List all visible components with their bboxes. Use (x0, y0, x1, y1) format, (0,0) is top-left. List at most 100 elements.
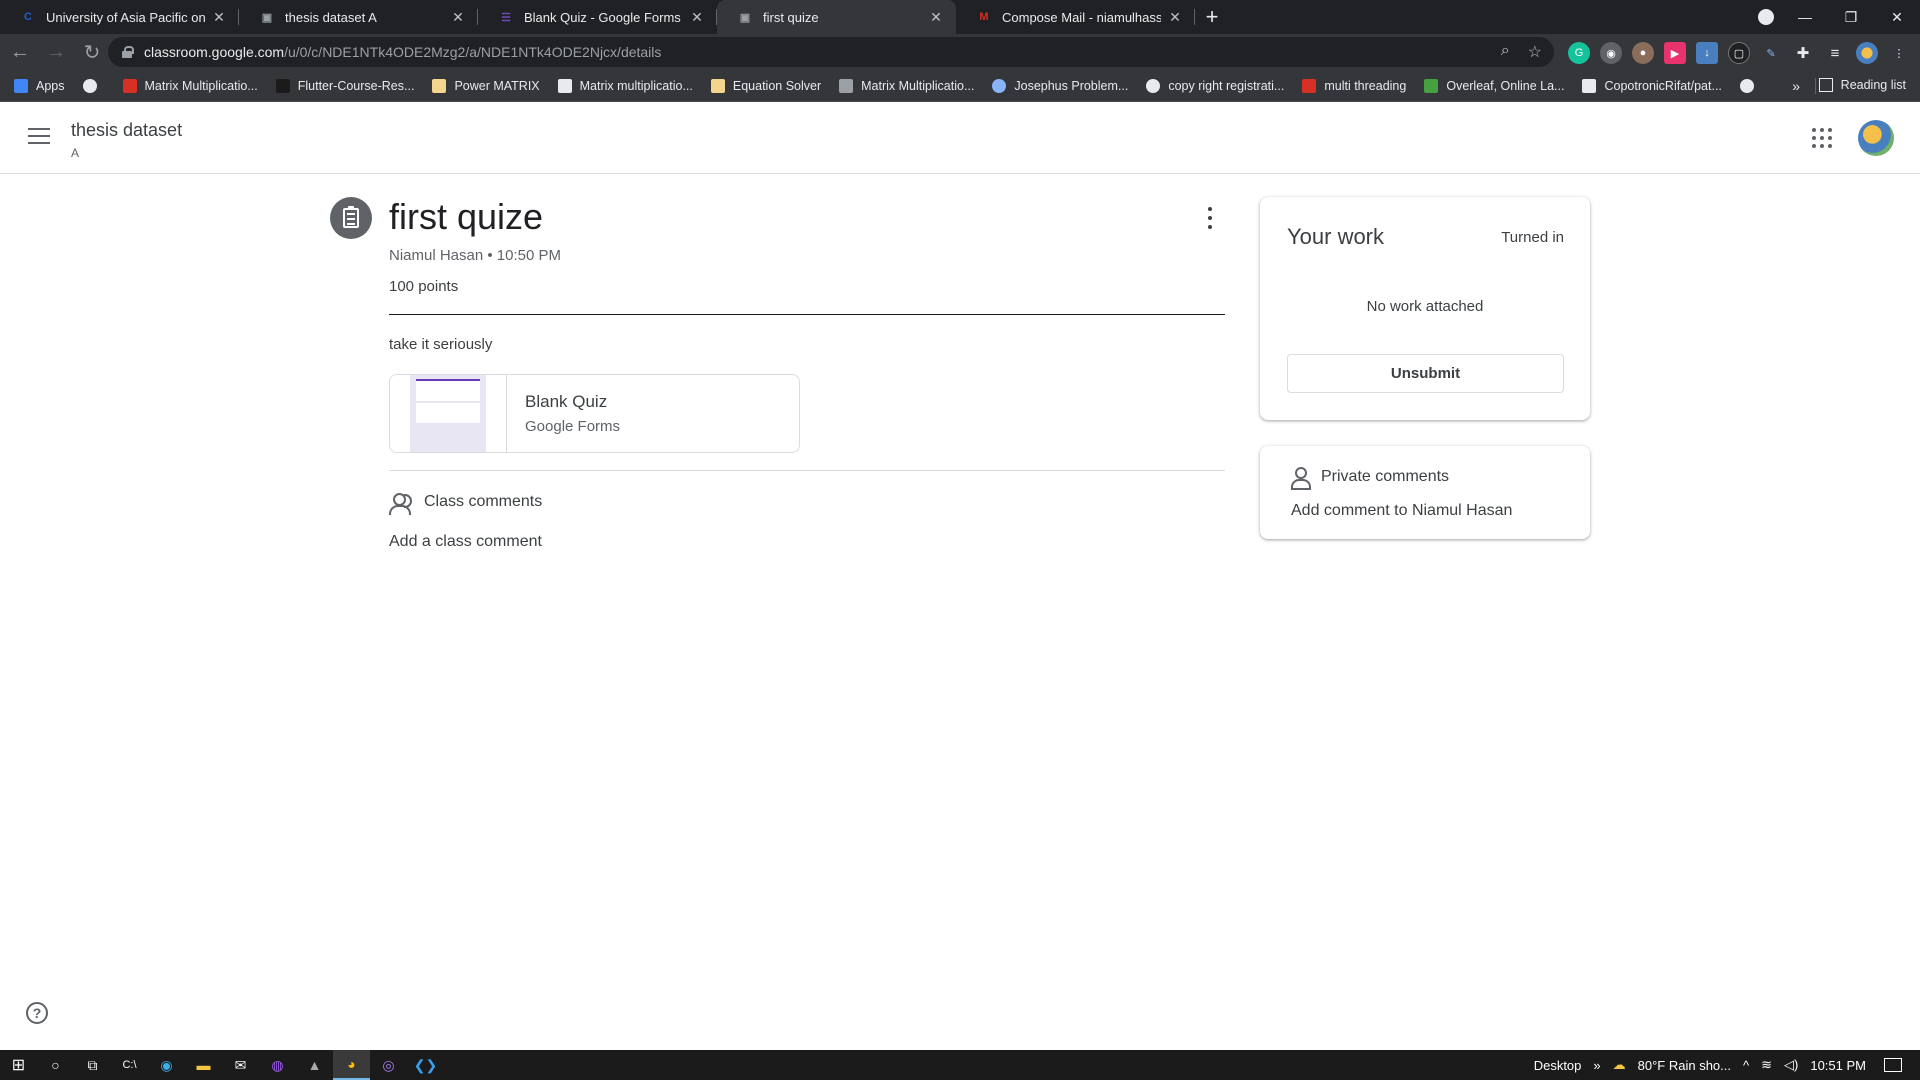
task-view-icon[interactable]: ⧉ (74, 1050, 111, 1080)
back-icon[interactable]: ← (4, 36, 36, 68)
bookmark-item[interactable] (82, 78, 105, 93)
messenger-icon[interactable]: ◍ (259, 1050, 296, 1080)
screen-extension-icon[interactable]: ▢ (1728, 42, 1750, 64)
clock[interactable]: 10:51 PM (1810, 1058, 1866, 1073)
bookmark-label: Overleaf, Online La... (1446, 78, 1565, 93)
browser-tab[interactable]: C University of Asia Pacific on Cour ✕ (0, 0, 239, 34)
profile-avatar-icon[interactable] (1856, 42, 1878, 64)
address-bar[interactable]: classroom.google.com/u/0/c/NDE1NTk4ODE2M… (108, 37, 1554, 67)
bookmark-item[interactable]: CopotronicRifat/pat... (1582, 78, 1722, 93)
bookmark-label: multi threading (1324, 78, 1407, 93)
weather-text[interactable]: 80°F Rain sho... (1638, 1058, 1731, 1073)
chevron-expand-icon[interactable]: » (1593, 1058, 1600, 1073)
unsubmit-button[interactable]: Unsubmit (1287, 354, 1564, 393)
chrome-icon[interactable]: ◕ (333, 1050, 370, 1080)
volume-icon[interactable]: ◁) (1784, 1057, 1798, 1073)
bookmark-icon (839, 78, 854, 93)
close-tab-icon[interactable]: ✕ (450, 9, 466, 26)
windows-taskbar: ⊞ ○ ⧉ C:\ ◉ ▬ ✉ ◍ ▲ ◕ ◎ ❮❯ Desktop » ☁ 8… (0, 1050, 1920, 1080)
google-apps-icon[interactable] (1812, 128, 1832, 148)
close-tab-icon[interactable]: ✕ (211, 9, 227, 26)
wifi-icon[interactable]: ≋ (1761, 1057, 1772, 1073)
notifications-icon[interactable] (1884, 1058, 1902, 1072)
discord-icon[interactable]: ◎ (370, 1050, 407, 1080)
cortana-search-icon[interactable]: ○ (37, 1050, 74, 1080)
browser-tab[interactable]: ▣ first quize ✕ (717, 0, 956, 34)
bookmark-item[interactable]: Apps (14, 78, 65, 93)
new-tab-button[interactable]: + (1195, 0, 1229, 34)
tray-overflow-icon[interactable]: ^ (1743, 1058, 1749, 1073)
bookmark-item[interactable]: multi threading (1302, 78, 1407, 93)
attachment-card[interactable]: Blank Quiz Google Forms (389, 374, 800, 453)
account-avatar[interactable] (1858, 120, 1894, 156)
globe-icon (1739, 78, 1754, 93)
reading-list-button[interactable]: Reading list (1819, 78, 1906, 92)
extension-icon[interactable]: ● (1632, 42, 1654, 64)
browser-tab[interactable]: ▣ thesis dataset A ✕ (239, 0, 478, 34)
submission-status: Turned in (1501, 229, 1564, 246)
weather-icon[interactable]: ☁ (1613, 1057, 1626, 1073)
close-tab-icon[interactable]: ✕ (689, 9, 705, 26)
browser-tab[interactable]: M Compose Mail - niamulhassan64 ✕ (956, 0, 1195, 34)
media-control-icon[interactable]: ≡ (1824, 42, 1846, 64)
bookmark-item[interactable]: Power MATRIX (432, 78, 540, 93)
desktop-toolbar-label[interactable]: Desktop (1534, 1058, 1582, 1073)
search-icon[interactable]: ⌕ (1501, 42, 1510, 62)
menu-kebab-icon[interactable]: ⋮ (1888, 42, 1910, 64)
bookmark-icon (122, 78, 137, 93)
bookmark-item[interactable]: Matrix Multiplicatio... (839, 78, 974, 93)
overleaf-icon (1424, 78, 1439, 93)
class-title[interactable]: thesis dataset (71, 120, 182, 141)
puzzle-icon[interactable]: ✚ (1792, 42, 1814, 64)
help-icon[interactable]: ? (26, 1002, 48, 1024)
file-explorer-icon[interactable]: ▬ (185, 1050, 222, 1080)
bookmarks-divider (1815, 78, 1816, 94)
bookmark-label: Flutter-Course-Res... (297, 78, 415, 93)
more-options-icon[interactable] (1207, 207, 1213, 229)
assignment-title: first quize (389, 196, 544, 237)
bookmark-list: Apps Matrix Multiplicatio... Flutter-Cours… (14, 78, 1780, 93)
vscode-icon[interactable]: ❮❯ (407, 1050, 444, 1080)
tab-title: Blank Quiz - Google Forms (524, 9, 681, 25)
game-app-icon[interactable]: ▲ (296, 1050, 333, 1080)
close-tab-icon[interactable]: ✕ (1167, 9, 1183, 26)
pen-extension-icon[interactable]: ✎ (1760, 42, 1782, 64)
forward-icon[interactable]: → (40, 36, 72, 68)
bookmark-icon (432, 78, 447, 93)
star-icon[interactable]: ☆ (1528, 42, 1542, 62)
windows-start-icon[interactable]: ⊞ (0, 1050, 37, 1080)
close-tab-icon[interactable]: ✕ (928, 9, 944, 26)
close-window-icon[interactable]: ✕ (1874, 9, 1920, 26)
bookmark-item[interactable]: Flutter-Course-Res... (275, 78, 415, 93)
bookmark-label: copy right registrati... (1168, 78, 1285, 93)
edge-icon[interactable]: ◉ (148, 1050, 185, 1080)
bookmark-item[interactable]: copy right registrati... (1146, 78, 1285, 93)
globe-icon (82, 78, 97, 93)
download-extension-icon[interactable]: ↓ (1696, 42, 1718, 64)
camera-icon[interactable]: ◉ (1600, 42, 1622, 64)
browser-tab[interactable]: ☰ Blank Quiz - Google Forms ✕ (478, 0, 717, 34)
minimize-icon[interactable]: — (1782, 9, 1828, 25)
flag-extension-icon[interactable]: ▶ (1664, 42, 1686, 64)
lock-icon[interactable] (122, 46, 134, 58)
bookmark-item[interactable]: Matrix multiplicatio... (557, 78, 693, 93)
assignment-points: 100 points (389, 278, 459, 295)
more-bookmarks-icon[interactable]: » (1792, 78, 1800, 94)
grammarly-icon[interactable]: G (1568, 42, 1590, 64)
add-class-comment-button[interactable]: Add a class comment (389, 533, 542, 551)
bookmark-item[interactable] (1739, 78, 1762, 93)
restore-icon[interactable]: ❐ (1828, 9, 1874, 26)
terminal-icon[interactable]: C:\ (111, 1050, 148, 1080)
mail-icon[interactable]: ✉ (222, 1050, 259, 1080)
bookmark-label: Apps (36, 78, 65, 93)
reload-icon[interactable]: ↻ (76, 36, 108, 68)
window-controls: — ❐ ✕ (1782, 0, 1920, 34)
bookmark-item[interactable]: Matrix Multiplicatio... (122, 78, 258, 93)
loading-icon (992, 78, 1007, 93)
bookmark-item[interactable]: Equation Solver (710, 78, 821, 93)
profile-indicator-icon[interactable] (1758, 9, 1774, 25)
add-private-comment-button[interactable]: Add comment to Niamul Hasan (1291, 502, 1512, 520)
main-menu-icon[interactable] (28, 128, 50, 144)
bookmark-item[interactable]: Josephus Problem... (992, 78, 1128, 93)
bookmark-item[interactable]: Overleaf, Online La... (1424, 78, 1565, 93)
